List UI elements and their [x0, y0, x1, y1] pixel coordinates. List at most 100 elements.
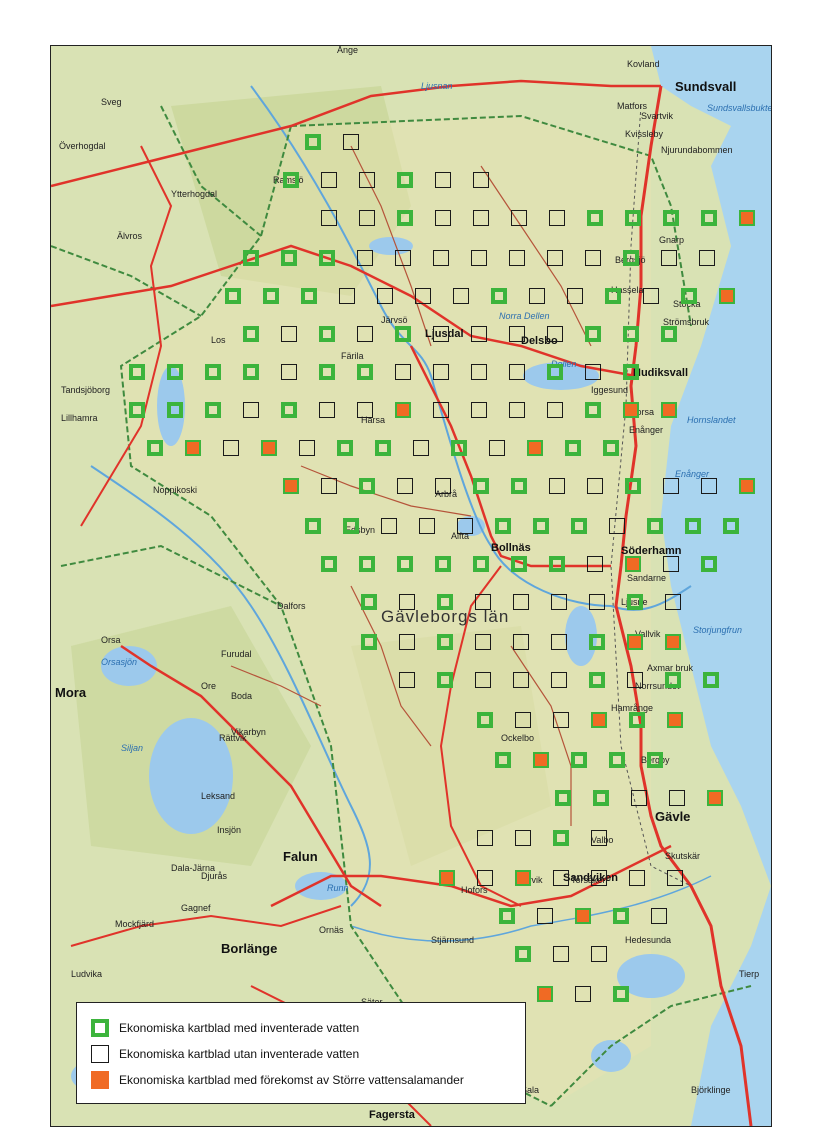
- map-sheet-not-inventoried: [591, 870, 607, 886]
- map-sheet-inventoried: [319, 326, 335, 342]
- map-sheet-not-inventoried: [609, 518, 625, 534]
- map-sheet-inventoried: [225, 288, 241, 304]
- place-label: Leksand: [201, 791, 236, 801]
- place-label: Orsa: [101, 635, 121, 645]
- map-sheet-not-inventoried: [551, 594, 567, 610]
- map-sheet-inventoried: [477, 712, 493, 728]
- map-sheet-inventoried: [167, 402, 183, 418]
- map-sheet-not-inventoried: [589, 594, 605, 610]
- map-sheet-inventoried: [243, 250, 259, 266]
- map-sheet-inventoried: [495, 752, 511, 768]
- map-sheet-not-inventoried: [471, 364, 487, 380]
- place-label: Borlänge: [221, 941, 278, 956]
- place-label: Färila: [341, 351, 364, 361]
- map-sheet-inventoried: [243, 326, 259, 342]
- map-sheet-not-inventoried: [587, 556, 603, 572]
- place-label: Ytterhogdal: [171, 189, 218, 199]
- place-label: Sundsvall: [675, 79, 737, 94]
- map-sheet-newt-found: [623, 402, 639, 418]
- place-label: Hofors: [461, 885, 488, 895]
- map-sheet-not-inventoried: [321, 478, 337, 494]
- place-label: Matfors: [617, 101, 648, 111]
- place-label: Sveg: [101, 97, 122, 107]
- map-sheet-newt-found: [665, 634, 681, 650]
- water-label: Ljusnan: [421, 81, 453, 91]
- map-sheet-not-inventoried: [435, 210, 451, 226]
- place-label: Ludvika: [71, 969, 103, 979]
- map-sheet-not-inventoried: [587, 478, 603, 494]
- map-sheet-inventoried: [499, 908, 515, 924]
- map-sheet-not-inventoried: [701, 478, 717, 494]
- map-sheet-inventoried: [661, 326, 677, 342]
- map-sheet-inventoried: [437, 672, 453, 688]
- map-sheet-inventoried: [623, 326, 639, 342]
- place-label: Furudal: [221, 649, 252, 659]
- map-sheet-newt-found: [707, 790, 723, 806]
- legend-label: Ekonomiska kartblad med förekomst av Stö…: [119, 1073, 464, 1087]
- map-sheet-not-inventoried: [453, 288, 469, 304]
- map-sheet-inventoried: [451, 440, 467, 456]
- map-sheet-inventoried: [473, 556, 489, 572]
- map-sheet-inventoried: [625, 478, 641, 494]
- map-sheet-inventoried: [361, 634, 377, 650]
- map-sheet-not-inventoried: [359, 210, 375, 226]
- map-sheet-inventoried: [305, 518, 321, 534]
- map-sheet-inventoried: [359, 556, 375, 572]
- place-label: Tierp: [739, 969, 760, 979]
- map-sheet-inventoried: [703, 672, 719, 688]
- map-sheet-inventoried: [625, 210, 641, 226]
- map-sheet-not-inventoried: [591, 946, 607, 962]
- map-sheet-inventoried: [375, 440, 391, 456]
- map-sheet-not-inventoried: [281, 364, 297, 380]
- map-sheet-newt-found: [283, 478, 299, 494]
- map-sheet-inventoried: [397, 556, 413, 572]
- map-sheet-not-inventoried: [321, 210, 337, 226]
- map-sheet-not-inventoried: [567, 288, 583, 304]
- place-label: Sandarne: [627, 573, 667, 583]
- map-sheet-not-inventoried: [433, 364, 449, 380]
- legend-swatch-black-square: [91, 1045, 109, 1063]
- map-sheet-inventoried: [281, 402, 297, 418]
- map-sheet-not-inventoried: [549, 210, 565, 226]
- place-label: Noppikoski: [153, 485, 198, 495]
- map-sheet-inventoried: [319, 250, 335, 266]
- map-sheet-inventoried: [397, 210, 413, 226]
- place-label: Skutskär: [665, 851, 701, 861]
- map-sheet-inventoried: [701, 210, 717, 226]
- map-sheet-not-inventoried: [471, 326, 487, 342]
- legend-swatch-green-square: [91, 1019, 109, 1037]
- map-sheet-not-inventoried: [591, 830, 607, 846]
- map-sheet-inventoried: [589, 634, 605, 650]
- place-label: Överhogdal: [59, 141, 106, 151]
- map-sheet-not-inventoried: [663, 478, 679, 494]
- map-sheet-inventoried: [437, 634, 453, 650]
- map-sheet-not-inventoried: [395, 364, 411, 380]
- map-sheet-not-inventoried: [419, 518, 435, 534]
- map-sheet-inventoried: [549, 556, 565, 572]
- place-label: Gävle: [655, 809, 691, 824]
- map-sheet-newt-found: [527, 440, 543, 456]
- map-sheet-not-inventoried: [399, 672, 415, 688]
- map-sheet-newt-found: [533, 752, 549, 768]
- water-label: Storjungfrun: [693, 625, 743, 635]
- map-sheet-inventoried: [603, 440, 619, 456]
- map-sheet-inventoried: [589, 672, 605, 688]
- map-sheet-not-inventoried: [435, 478, 451, 494]
- map-sheet-not-inventoried: [473, 172, 489, 188]
- map-sheet-not-inventoried: [553, 712, 569, 728]
- legend-row-newt-found: Ekonomiska kartblad med förekomst av Stö…: [91, 1067, 511, 1093]
- map-sheet-not-inventoried: [381, 518, 397, 534]
- map-sheet-inventoried: [627, 594, 643, 610]
- map-sheet-inventoried: [623, 364, 639, 380]
- map-sheet-not-inventoried: [413, 440, 429, 456]
- map-sheet-newt-found: [739, 478, 755, 494]
- map-sheet-not-inventoried: [551, 634, 567, 650]
- map-sheet-not-inventoried: [475, 672, 491, 688]
- place-label: Hudiksvall: [633, 367, 689, 379]
- map-sheet-not-inventoried: [395, 250, 411, 266]
- map-sheet-not-inventoried: [515, 712, 531, 728]
- map-sheet-not-inventoried: [651, 908, 667, 924]
- map-sheet-inventoried: [243, 364, 259, 380]
- map-sheet-inventoried: [609, 752, 625, 768]
- place-label: Tandsjöborg: [61, 385, 111, 395]
